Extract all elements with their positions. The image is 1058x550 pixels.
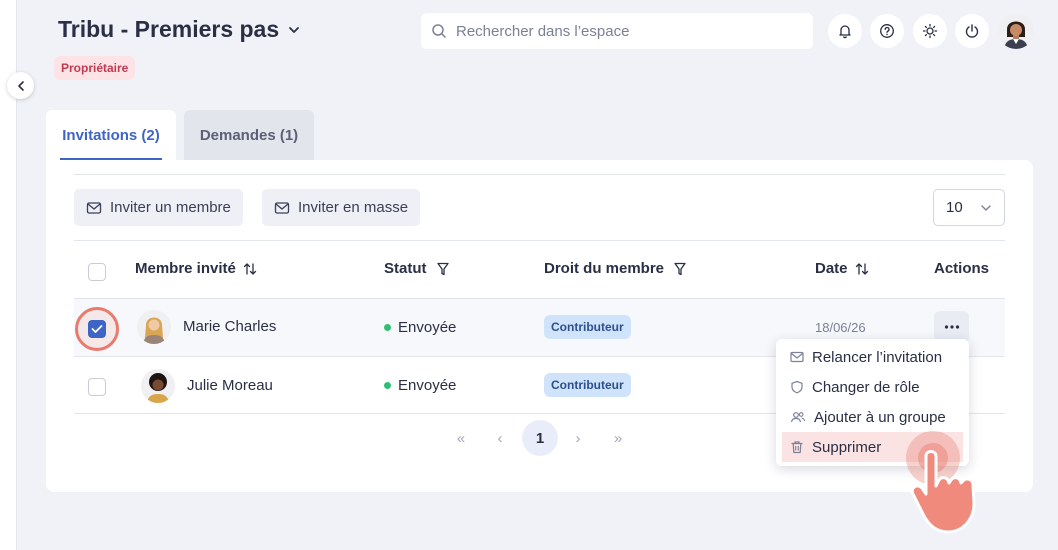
column-actions: Actions [934,260,989,277]
invite-bulk-button[interactable]: Inviter en masse [262,189,421,226]
member-avatar-image [141,369,175,403]
filter-icon[interactable] [670,261,690,277]
group-icon [790,412,806,423]
pointer-hand-icon [910,450,976,534]
column-status-label: Statut [384,260,427,277]
pagination-last[interactable]: » [600,420,636,456]
help-icon [880,24,894,38]
pagination-prev[interactable]: ‹ [482,420,518,456]
theme-toggle-button[interactable] [913,14,947,48]
menu-item-label: Supprimer [812,438,882,456]
status-label: Envoyée [398,319,457,336]
menu-item-label: Relancer l’invitation [812,348,943,366]
status-cell: Envoyée [384,319,456,336]
tab-demandes-label: Demandes (1) [199,126,299,144]
notifications-button[interactable] [828,14,862,48]
member-avatar-image [137,310,171,344]
space-title[interactable]: Tribu - Premiers pas [58,16,301,43]
role-badge: Contributeur [544,315,631,339]
column-date[interactable]: Date [815,260,870,277]
owner-badge: Propriétaire [54,56,136,80]
logout-button[interactable] [955,14,989,48]
chevron-down-icon [289,26,300,33]
tab-invitations[interactable]: Invitations (2) [46,110,176,160]
column-role[interactable]: Droit du membre [544,260,690,277]
status-cell: Envoyée [384,377,456,394]
menu-item-label: Ajouter à un groupe [814,408,946,426]
mail-icon [274,201,290,214]
pagination-first[interactable]: « [443,420,479,456]
search-input[interactable] [456,22,796,40]
chevron-left-icon [17,80,24,91]
search-icon [432,24,446,38]
check-icon [91,325,103,333]
status-label: Envoyée [398,377,457,394]
mail-icon [86,201,102,214]
sun-icon [922,23,938,39]
invite-member-button[interactable]: Inviter un membre [74,189,243,226]
more-icon [944,325,959,329]
sort-icon[interactable] [854,261,870,277]
pagination-next[interactable]: › [560,420,596,456]
invite-member-label: Inviter un membre [110,199,231,216]
tab-demandes[interactable]: Demandes (1) [184,110,314,160]
role-badge: Contributeur [544,373,631,397]
date-cell: 18/06/26 [815,320,866,335]
shield-icon [791,380,803,394]
chevron-down-icon [981,204,991,211]
menu-item-resend-invitation[interactable]: Relancer l’invitation [782,342,963,372]
member-name: Julie Moreau [187,377,273,394]
status-dot [384,382,391,389]
page-size-select[interactable]: 10 [933,189,1005,226]
power-icon [965,24,979,38]
space-title-text: Tribu - Premiers pas [58,16,280,42]
column-status[interactable]: Statut [384,260,453,277]
column-actions-label: Actions [934,260,990,277]
help-button[interactable] [870,14,904,48]
menu-item-change-role[interactable]: Changer de rôle [782,372,963,402]
column-member-label: Membre invité [135,260,236,277]
sort-icon[interactable] [242,261,258,277]
select-all-checkbox[interactable] [88,263,106,281]
member-avatar [137,310,171,344]
column-date-label: Date [815,260,848,277]
invite-bulk-label: Inviter en masse [298,199,409,216]
search-bar[interactable] [421,13,813,49]
mail-icon [790,351,804,363]
user-avatar-image [998,13,1034,49]
divider [74,240,1005,241]
page-size-value: 10 [946,199,963,216]
column-member[interactable]: Membre invité [135,260,258,277]
menu-item-label: Changer de rôle [812,378,920,396]
column-role-label: Droit du membre [544,260,665,277]
member-name: Marie Charles [183,318,277,335]
filter-icon[interactable] [433,261,453,277]
bell-icon [839,25,851,39]
member-avatar [141,369,175,403]
menu-item-add-to-group[interactable]: Ajouter à un groupe [782,402,963,432]
row-checkbox[interactable] [88,378,106,396]
user-avatar[interactable] [998,13,1034,49]
tab-invitations-label: Invitations (2) [62,126,160,144]
row-checkbox[interactable] [88,320,106,338]
divider [74,174,1005,175]
collapse-sidebar-button[interactable] [7,72,34,99]
trash-icon [791,441,803,454]
status-dot [384,324,391,331]
pagination-current[interactable]: 1 [522,420,558,456]
